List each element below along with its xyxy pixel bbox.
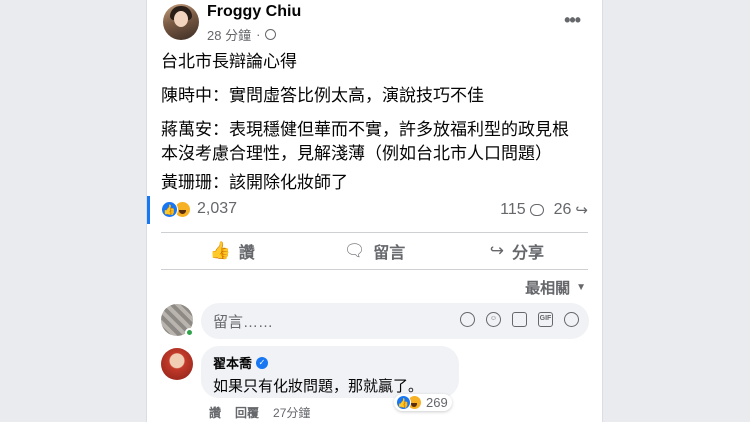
post-line-2: 陳時中：實問虛答比例太高，演說技巧不佳: [161, 86, 484, 105]
comment-count-icon: [529, 204, 544, 216]
divider-bottom: [161, 269, 588, 270]
thumbs-up-icon: 👍: [209, 241, 231, 260]
comment-sort-dropdown[interactable]: 最相關 ▼: [525, 277, 586, 298]
commenter-name-row: 翟本喬 ✓: [213, 353, 447, 372]
sticker-icon[interactable]: [564, 312, 579, 327]
dot-separator: ·: [256, 27, 261, 42]
reaction-summary[interactable]: 👍 2,037: [161, 200, 237, 218]
camera-icon[interactable]: [512, 312, 527, 327]
comment-reactions[interactable]: 👍 269: [394, 394, 452, 411]
share-button[interactable]: ↪ 分享: [446, 234, 588, 268]
comment-time[interactable]: 27分鐘: [273, 404, 310, 421]
post-author-name[interactable]: Froggy Chiu: [207, 3, 301, 21]
comment-count[interactable]: 115: [500, 201, 526, 219]
share-count-icon: ↪: [575, 202, 588, 219]
focus-indicator: [147, 196, 150, 224]
more-options-icon[interactable]: •••: [564, 10, 581, 31]
comment-label: 留言: [373, 245, 406, 262]
speech-bubble-icon: 🗨: [343, 241, 366, 260]
gif-icon[interactable]: GIF: [538, 312, 553, 327]
comment-reply-button[interactable]: 回覆: [235, 404, 259, 421]
comment-input-placeholder: 留言……: [213, 313, 274, 331]
like-reaction-icon: 👍: [161, 200, 178, 218]
author-avatar[interactable]: [163, 4, 199, 40]
comment-text: 如果只有化妝問題，那就贏了。: [213, 378, 424, 395]
chevron-down-icon: ▼: [576, 282, 586, 293]
comment-bubble: 翟本喬 ✓ 如果只有化妝問題，那就贏了。: [201, 346, 459, 398]
like-button[interactable]: 👍 讚: [161, 234, 303, 268]
comment-reaction-count: 269: [426, 395, 448, 410]
comment-button[interactable]: 🗨 留言: [303, 234, 445, 268]
post-line-3: 蔣萬安：表現穩健但華而不實，許多放福利型的政見根: [161, 120, 569, 139]
post-actions: 👍 讚 🗨 留言 ↪ 分享: [161, 234, 588, 268]
post-line-5: 黃珊珊：該開除化妝師了: [161, 173, 348, 192]
comment-like-button[interactable]: 讚: [209, 404, 221, 421]
comment-input[interactable]: 留言…… ☺ GIF: [201, 303, 589, 339]
like-label: 讚: [238, 245, 255, 262]
post-line-1: 台北市長辯論心得: [161, 52, 297, 71]
post-meta: 28 分鐘 ·: [207, 25, 277, 44]
commenter-avatar[interactable]: [161, 348, 193, 380]
globe-icon: [265, 29, 277, 40]
post-stats: 115 26 ↪: [500, 201, 588, 219]
reaction-count: 2,037: [197, 200, 238, 217]
divider-top: [161, 232, 588, 233]
verified-badge-icon: ✓: [256, 356, 269, 369]
comment-input-tools: ☺ GIF: [460, 312, 579, 327]
share-label: 分享: [511, 245, 544, 262]
post-time[interactable]: 28 分鐘: [207, 25, 251, 44]
avatar-face: [174, 11, 188, 27]
comment-actions: 讚 回覆 27分鐘: [209, 404, 310, 421]
sort-label: 最相關: [525, 280, 571, 297]
post-card: Froggy Chiu 28 分鐘 · ••• 台北市長辯論心得 陳時中：實問虛…: [146, 0, 603, 422]
avatar-sticker-icon[interactable]: [460, 312, 475, 327]
online-status-icon: [185, 328, 194, 337]
commenter-name[interactable]: 翟本喬: [213, 353, 252, 372]
emoji-icon[interactable]: ☺: [486, 312, 501, 327]
comment-like-reaction-icon: 👍: [396, 395, 411, 410]
post-line-4: 本沒考慮合理性，見解淺薄（例如台北市人口問題）: [161, 144, 552, 163]
share-arrow-icon: ↪: [489, 241, 504, 260]
share-count[interactable]: 26: [554, 201, 572, 219]
